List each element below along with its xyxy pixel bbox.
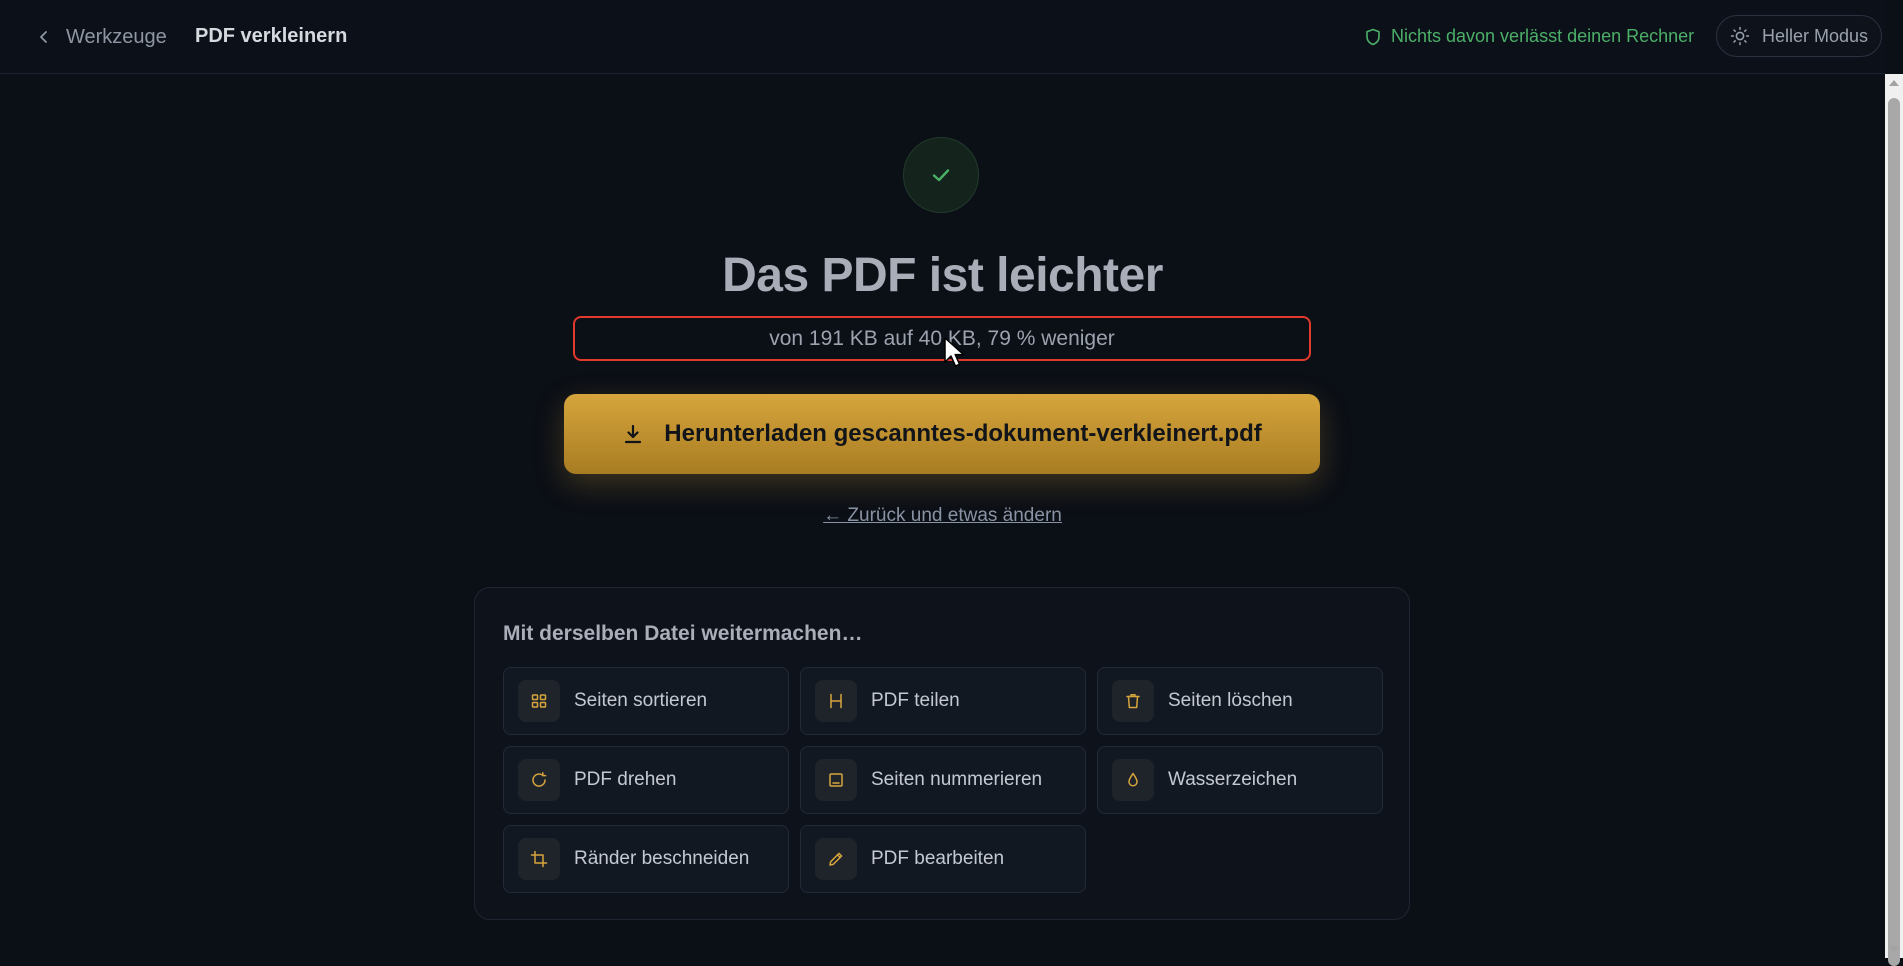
tool-label: Wasserzeichen <box>1168 769 1298 790</box>
mouse-cursor-icon <box>944 337 965 367</box>
trash-icon <box>1112 680 1154 722</box>
continue-with-file-card: Mit derselben Datei weitermachen… Seiten… <box>474 587 1410 920</box>
tool-label: Seiten sortieren <box>574 690 708 711</box>
droplet-icon <box>1112 759 1154 801</box>
success-badge <box>903 137 979 213</box>
privacy-note: Nichts davon verlässt deinen Rechner <box>1365 26 1694 47</box>
tool-rotate-pdf[interactable]: PDF drehen <box>503 746 789 814</box>
tool-label: Ränder beschneiden <box>574 848 750 869</box>
tool-number-pages[interactable]: Seiten nummerieren <box>800 746 1086 814</box>
tool-sort-pages[interactable]: Seiten sortieren <box>503 667 789 735</box>
scroll-up-arrow-icon[interactable] <box>1889 80 1899 86</box>
size-reduction-stats: von 191 KB auf 40 KB, 79 % weniger <box>573 316 1311 361</box>
grid-icon <box>518 680 560 722</box>
checkmark-icon <box>932 169 950 182</box>
shield-icon <box>1366 28 1380 45</box>
scrollbar-thumb[interactable] <box>1888 98 1900 966</box>
back-to-tools-link[interactable]: Werkzeuge <box>36 24 167 50</box>
scroll-down-arrow-icon[interactable] <box>1889 946 1899 952</box>
crop-icon <box>518 838 560 880</box>
tool-edit-pdf[interactable]: PDF bearbeiten <box>800 825 1086 893</box>
chevron-left-icon <box>40 31 47 43</box>
continue-card-title: Mit derselben Datei weitermachen… <box>503 622 863 645</box>
pencil-icon <box>815 838 857 880</box>
page-title: PDF verkleinern <box>195 25 348 47</box>
tool-label: Seiten löschen <box>1168 690 1293 711</box>
light-mode-button[interactable]: Heller Modus <box>1716 15 1882 57</box>
split-icon <box>815 680 857 722</box>
light-mode-label: Heller Modus <box>1761 25 1869 46</box>
sun-icon <box>1730 26 1750 46</box>
download-button[interactable]: Herunterladen gescanntes-dokument-verkle… <box>564 394 1320 474</box>
back-link-label: Werkzeuge <box>66 25 167 48</box>
tool-delete-pages[interactable]: Seiten löschen <box>1097 667 1383 735</box>
top-bar: Werkzeuge PDF verkleinern Nichts davon v… <box>0 0 1885 74</box>
download-icon <box>625 424 642 444</box>
privacy-note-text: Nichts davon verlässt deinen Rechner <box>1391 26 1695 46</box>
page-number-icon <box>815 759 857 801</box>
tool-split-pdf[interactable]: PDF teilen <box>800 667 1086 735</box>
result-title: Das PDF ist leichter <box>722 249 1163 302</box>
page-scrollbar[interactable] <box>1885 74 1903 966</box>
back-and-change-link[interactable]: ← Zurück und etwas ändern <box>0 505 1885 527</box>
tool-label: PDF drehen <box>574 769 677 790</box>
tool-label: PDF bearbeiten <box>871 848 1005 869</box>
rotate-icon <box>518 759 560 801</box>
tool-label: Seiten nummerieren <box>871 769 1043 790</box>
download-button-label: Herunterladen gescanntes-dokument-verkle… <box>664 420 1262 447</box>
tool-watermark[interactable]: Wasserzeichen <box>1097 746 1383 814</box>
tool-label: PDF teilen <box>871 690 960 711</box>
tool-grid: Seiten sortieren PDF teilen Seiten lösch… <box>503 667 1383 893</box>
tool-crop-margins[interactable]: Ränder beschneiden <box>503 825 789 893</box>
